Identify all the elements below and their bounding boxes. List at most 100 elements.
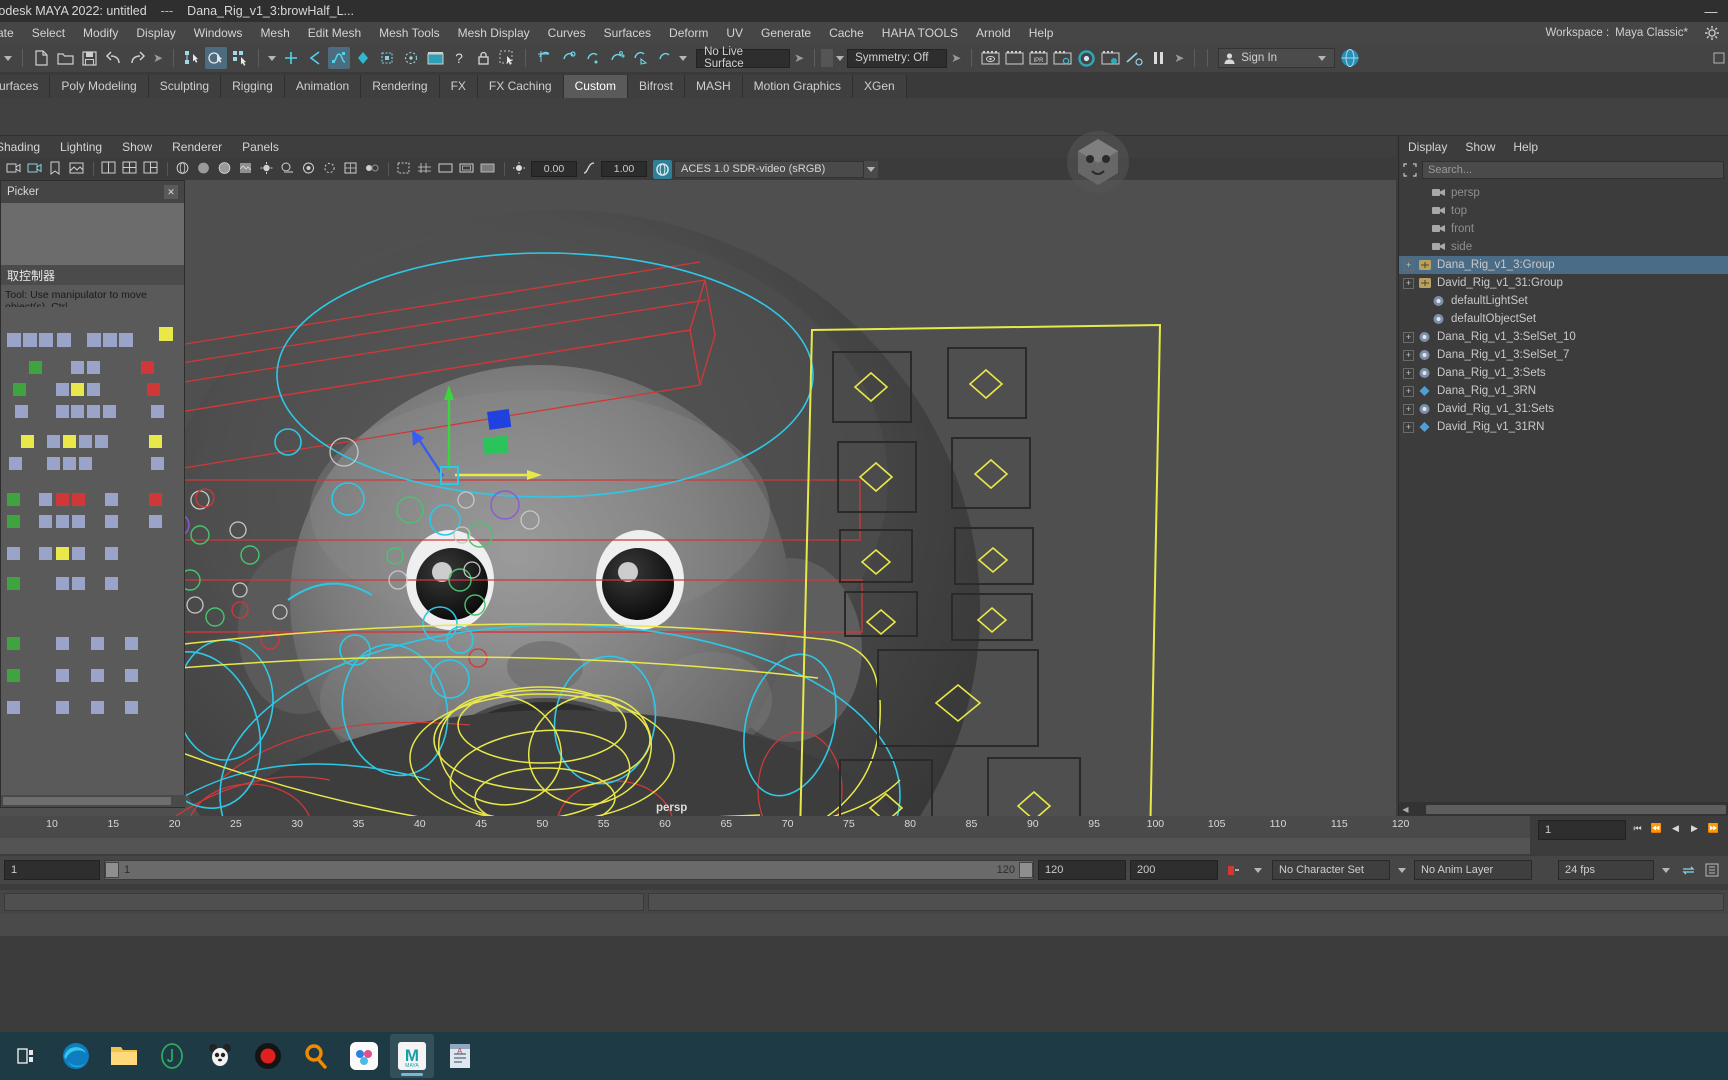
expand-toggle-icon[interactable]: + [1403, 331, 1414, 343]
command-response-field[interactable] [648, 893, 1724, 911]
light-editor-icon[interactable] [1123, 47, 1145, 69]
search-app-icon[interactable] [294, 1034, 338, 1078]
viewport-menu-shading[interactable]: Shading [0, 136, 50, 158]
shelf-tab-bifrost[interactable]: Bifrost [627, 75, 685, 98]
shelf-tab-xgen[interactable]: XGen [853, 75, 907, 98]
task-view-icon[interactable] [6, 1034, 50, 1078]
select-object-icon[interactable] [205, 47, 228, 69]
outliner-item-david-rig-v1-31rn[interactable]: + David_Rig_v1_31RN [1399, 418, 1728, 436]
live-surface-field[interactable]: No Live Surface [696, 46, 791, 70]
lock-icon[interactable] [472, 47, 494, 69]
shelf-tab-custom[interactable]: Custom [563, 75, 628, 98]
step-back-button[interactable]: ⏪ [1649, 820, 1664, 836]
render-sequence-icon[interactable] [605, 47, 627, 69]
menu-item-mesh-tools[interactable]: Mesh Tools [370, 22, 448, 44]
outliner-menu-show[interactable]: Show [1456, 136, 1504, 158]
panda-app-icon[interactable] [198, 1034, 242, 1078]
select-tool-icon[interactable] [496, 47, 518, 69]
menu-item-modify[interactable]: Modify [74, 22, 127, 44]
shelf-tab-rigging[interactable]: Rigging [221, 75, 285, 98]
render-view-icon[interactable] [979, 47, 1001, 69]
cycle-icon[interactable] [1678, 860, 1698, 880]
toolbar-expand-arrow[interactable]: ➤ [947, 51, 965, 65]
outliner-item-dana-rig-v1-3-selset-10[interactable]: + Dana_Rig_v1_3:SelSet_10 [1399, 328, 1728, 346]
render-sequence-frame-icon[interactable] [1003, 47, 1025, 69]
image-plane-icon[interactable] [69, 161, 86, 178]
unity-icon[interactable] [150, 1034, 194, 1078]
film-gate-icon[interactable] [438, 161, 455, 178]
outliner-item-dana-rig-v1-3-selset-7[interactable]: + Dana_Rig_v1_3:SelSet_7 [1399, 346, 1728, 364]
text-editor-icon[interactable]: A [438, 1034, 482, 1078]
animation-preferences-button[interactable] [1702, 860, 1722, 880]
menu-item-mesh-display[interactable]: Mesh Display [449, 22, 539, 44]
outliner-item-defaultlightset[interactable]: defaultLightSet [1399, 292, 1728, 310]
playback-range-bar[interactable]: 1 120 [104, 860, 1034, 880]
viewport-3d-canvas[interactable]: persp [0, 180, 1396, 816]
menu-item-haha-tools[interactable]: HAHA TOOLS [873, 22, 967, 44]
picker-control-grid[interactable] [1, 307, 184, 772]
close-icon[interactable]: ✕ [164, 185, 178, 199]
menu-item-cache[interactable]: Cache [820, 22, 873, 44]
outliner-item-top[interactable]: top [1399, 202, 1728, 220]
shelf-tab-motion-graphics[interactable]: Motion Graphics [742, 75, 854, 98]
select-hierarchy-icon[interactable] [181, 47, 203, 69]
scroll-thumb[interactable] [1426, 804, 1726, 814]
expand-toggle-icon[interactable]: + [1403, 403, 1414, 415]
shelf-tab-sculpting[interactable]: Sculpting [148, 75, 222, 98]
animation-end-field[interactable]: 200 [1130, 860, 1218, 880]
select-component-icon[interactable] [229, 47, 251, 69]
smooth-shade-icon[interactable] [196, 161, 213, 178]
playback-speed-field[interactable]: 24 fps [1558, 860, 1654, 880]
save-scene-icon[interactable] [78, 47, 100, 69]
hypershade-icon[interactable] [653, 47, 675, 69]
isolate-select-icon[interactable] [396, 161, 413, 178]
snap-point-icon[interactable] [328, 47, 351, 69]
shelf-tab-mash[interactable]: MASH [684, 75, 743, 98]
gamma-value[interactable]: 1.00 [601, 161, 647, 177]
snap-view-plane-icon[interactable] [352, 47, 374, 69]
scroll-left-arrow[interactable]: ◀ [1399, 805, 1412, 814]
outliner-item-persp[interactable]: persp [1399, 184, 1728, 202]
toolbar-collapse-arrow[interactable]: ➤ [149, 51, 167, 65]
exposure-icon[interactable] [512, 161, 529, 178]
chevron-down-icon[interactable] [864, 160, 878, 178]
expand-toggle-icon[interactable]: + [1403, 349, 1414, 361]
file-explorer-icon[interactable] [102, 1034, 146, 1078]
symmetry-field[interactable]: Symmetry: Off [847, 48, 948, 68]
chevron-down-icon[interactable] [833, 55, 847, 61]
motion-blur-icon[interactable] [322, 161, 339, 178]
expand-toggle-icon[interactable]: + [1403, 259, 1414, 271]
time-slider[interactable]: 10 15 20 25 30 35 40 45 50 55 60 65 70 75 80 85 90 95 100 1… [0, 816, 1530, 854]
depth-of-field-icon[interactable] [364, 161, 381, 178]
menu-item-mesh[interactable]: Mesh [251, 22, 298, 44]
help-icon[interactable]: ? [448, 47, 470, 69]
render-settings-window-icon[interactable] [1051, 47, 1073, 69]
color-management-icon[interactable] [653, 159, 672, 179]
toolbar-expand-arrow[interactable]: ➤ [790, 51, 808, 65]
render-settings-icon[interactable] [629, 47, 651, 69]
ambient-occlusion-icon[interactable] [301, 161, 318, 178]
menu-item-arnold[interactable]: Arnold [967, 22, 1020, 44]
edge-browser-icon[interactable] [54, 1034, 98, 1078]
redo-icon[interactable] [126, 47, 148, 69]
viewport-menu-renderer[interactable]: Renderer [162, 136, 232, 158]
shaded-wireframe-icon[interactable] [217, 161, 234, 178]
chevron-down-icon[interactable] [1394, 867, 1410, 873]
select-camera-icon[interactable] [6, 161, 23, 178]
menu-item-surfaces[interactable]: Surfaces [595, 22, 660, 44]
range-end-handle[interactable] [1019, 862, 1033, 878]
chevron-down-icon[interactable] [1318, 55, 1327, 61]
menu-set-dropdown[interactable] [0, 55, 16, 61]
snap-curve-icon[interactable] [304, 47, 326, 69]
sign-in-button[interactable]: Sign In [1218, 48, 1336, 68]
shelf-tab-rendering[interactable]: Rendering [361, 75, 440, 98]
texture-shade-icon[interactable] [238, 161, 255, 178]
use-lights-icon[interactable] [259, 161, 276, 178]
shelf-tab-poly-modeling[interactable]: Poly Modeling [50, 75, 149, 98]
symmetry-toggle[interactable] [821, 49, 834, 67]
undo-icon[interactable] [102, 47, 124, 69]
character-set-field[interactable]: No Character Set [1272, 860, 1390, 880]
shelf-tab-surfaces[interactable]: urfaces [0, 75, 51, 98]
grid-toggle-icon[interactable] [417, 161, 434, 178]
gear-icon[interactable] [1704, 25, 1720, 41]
